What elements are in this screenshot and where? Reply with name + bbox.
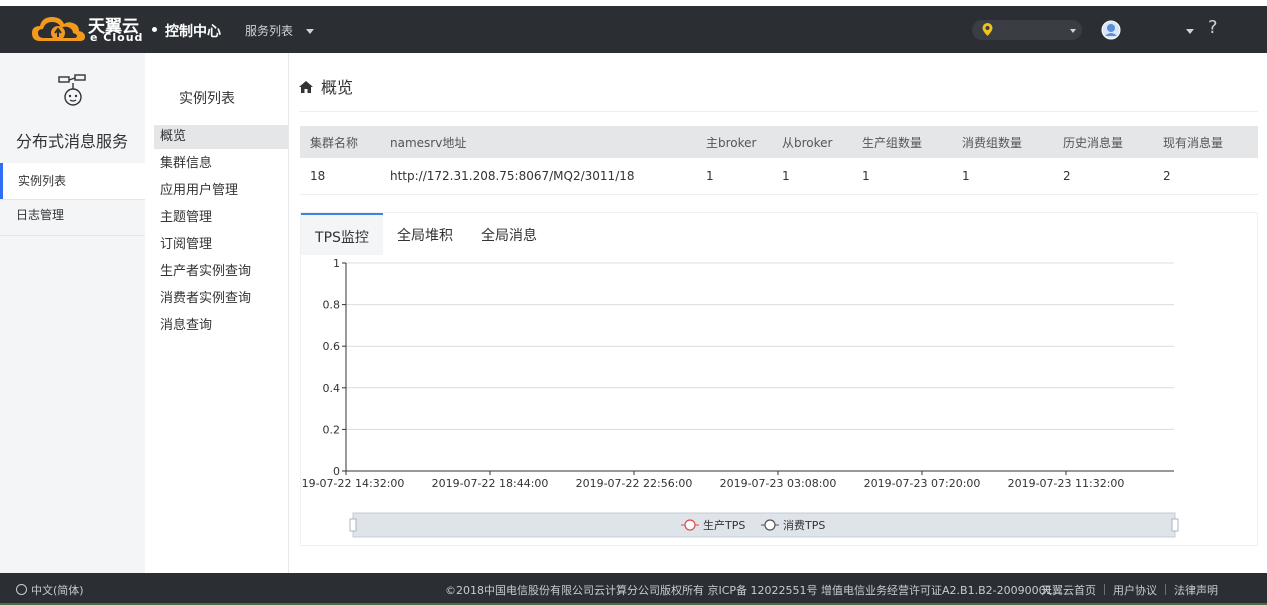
monitor-panel: TPS监控 全局堆积 全局消息 00.20.40.60.812019-07-22… (300, 212, 1258, 546)
subnav-item-message-query[interactable]: 消息查询 (154, 314, 288, 338)
subnav-title: 实例列表 (179, 91, 235, 107)
cell-master-broker: 1 (696, 158, 772, 195)
link-separator (1104, 584, 1105, 595)
y-tick-label: 0.8 (323, 299, 341, 312)
chevron-down-icon (1070, 29, 1076, 33)
subnav-item-overview[interactable]: 概览 (154, 125, 288, 149)
monitor-tabs: TPS监控 全局堆积 全局消息 (301, 213, 1257, 255)
home-icon (299, 80, 313, 93)
subnav-divider (288, 53, 289, 573)
footer-links: 天翼云首页 用户协议 法律声明 (1041, 582, 1218, 598)
column-header: 从broker (772, 126, 852, 158)
sidebar-item-instance-list[interactable]: 实例列表 (0, 163, 145, 199)
sidebar-item-log-management[interactable]: 日志管理 (0, 199, 145, 235)
chevron-down-icon[interactable] (1186, 29, 1194, 34)
top-navbar: 天翼云 e Cloud 控制中心 服务列表 ? (0, 6, 1267, 53)
y-tick-label: 0.2 (323, 423, 341, 436)
tab-global-messages[interactable]: 全局消息 (471, 213, 547, 255)
page-footer: 中文(简体) ©2018中国电信股份有限公司云计算分公司版权所有 京ICP备 1… (0, 573, 1267, 605)
brand-name-en: e Cloud (90, 31, 144, 44)
brand-logo[interactable]: 天翼云 e Cloud (30, 12, 148, 46)
nav-dot (152, 27, 157, 32)
column-header: namesrv地址 (380, 126, 696, 158)
footer-link-home[interactable]: 天翼云首页 (1041, 584, 1096, 597)
cell-current-messages: 2 (1153, 158, 1258, 195)
console-link[interactable]: 控制中心 (165, 21, 221, 41)
column-header: 集群名称 (300, 126, 380, 158)
link-separator (1165, 584, 1166, 595)
column-header: 主broker (696, 126, 772, 158)
subnav-item-subscriptions[interactable]: 订阅管理 (154, 233, 288, 257)
services-menu[interactable]: 服务列表 (245, 22, 293, 39)
column-header: 生产组数量 (852, 126, 952, 158)
x-tick-label: 2019-07-22 18:44:00 (432, 477, 549, 490)
y-tick-label: 1 (333, 257, 340, 270)
cell-slave-broker: 1 (772, 158, 852, 195)
chevron-down-icon[interactable] (306, 29, 314, 34)
column-header: 历史消息量 (1053, 126, 1153, 158)
tab-tps-monitor[interactable]: TPS监控 (301, 213, 383, 255)
service-title: 分布式消息服务 (16, 132, 129, 151)
legend-marker (684, 519, 696, 531)
tab-global-backlog[interactable]: 全局堆积 (387, 213, 463, 255)
language-label: 中文(简体) (31, 584, 84, 597)
region-selector[interactable] (972, 20, 1082, 40)
x-tick-label: 2019-07-23 03:08:00 (720, 477, 837, 490)
x-tick-label: 2019-07-23 07:20:00 (864, 477, 981, 490)
y-tick-label: 0.6 (323, 340, 341, 353)
location-pin-icon (982, 23, 993, 36)
zoom-handle-left (349, 518, 357, 532)
x-tick-label: 2019-07-22 14:32:00 (301, 477, 404, 490)
instance-subnav: 实例列表 概览 集群信息 应用用户管理 主题管理 订阅管理 生产者实例查询 消费… (146, 53, 289, 573)
sidebar-divider (0, 235, 145, 236)
x-tick-label: 2019-07-23 11:32:00 (1008, 477, 1125, 490)
robot-service-icon (58, 74, 86, 106)
footer-link-agreement[interactable]: 用户协议 (1113, 584, 1157, 597)
title-divider (299, 111, 1258, 112)
subnav-item-consumer-query[interactable]: 消费者实例查询 (154, 287, 288, 311)
cloud-logo-icon (32, 17, 85, 41)
legend-marker (764, 519, 776, 531)
legend-label: 消费TPS (783, 518, 825, 532)
x-tick-label: 2019-07-22 22:56:00 (576, 477, 693, 490)
cell-cluster-name: 18 (300, 158, 380, 195)
globe-icon (16, 584, 27, 595)
subnav-item-app-users[interactable]: 应用用户管理 (154, 179, 288, 203)
user-avatar-icon[interactable] (1101, 20, 1121, 40)
y-tick-label: 0.4 (323, 382, 341, 395)
legend-label: 生产TPS (703, 518, 745, 532)
subnav-item-producer-query[interactable]: 生产者实例查询 (154, 260, 288, 284)
service-sidebar: 分布式消息服务 实例列表 日志管理 (0, 53, 145, 573)
table-row[interactable]: 18 http://172.31.208.75:8067/MQ2/3011/18… (300, 158, 1258, 195)
zoom-handle-right (1171, 518, 1179, 532)
subnav-item-cluster-info[interactable]: 集群信息 (154, 152, 288, 176)
page-title: 概览 (299, 74, 353, 98)
footer-link-legal[interactable]: 法律声明 (1174, 584, 1218, 597)
cell-history-messages: 2 (1053, 158, 1153, 195)
column-header: 消费组数量 (952, 126, 1053, 158)
cell-namesrv-address: http://172.31.208.75:8067/MQ2/3011/18 (380, 158, 696, 195)
cell-producer-groups: 1 (852, 158, 952, 195)
cell-consumer-groups: 1 (952, 158, 1053, 195)
table-header-row: 集群名称 namesrv地址 主broker 从broker 生产组数量 消费组… (300, 126, 1258, 158)
tps-chart: 00.20.40.60.812019-07-22 14:32:002019-07… (301, 257, 1179, 538)
breadcrumb-label: 概览 (321, 78, 354, 97)
help-icon[interactable]: ? (1208, 17, 1218, 38)
cluster-table: 集群名称 namesrv地址 主broker 从broker 生产组数量 消费组… (300, 126, 1258, 195)
language-selector[interactable]: 中文(简体) (16, 582, 84, 598)
column-header: 现有消息量 (1153, 126, 1258, 158)
subnav-item-topics[interactable]: 主题管理 (154, 206, 288, 230)
copyright-text: ©2018中国电信股份有限公司云计算分公司版权所有 京ICP备 12022551… (445, 584, 1053, 597)
